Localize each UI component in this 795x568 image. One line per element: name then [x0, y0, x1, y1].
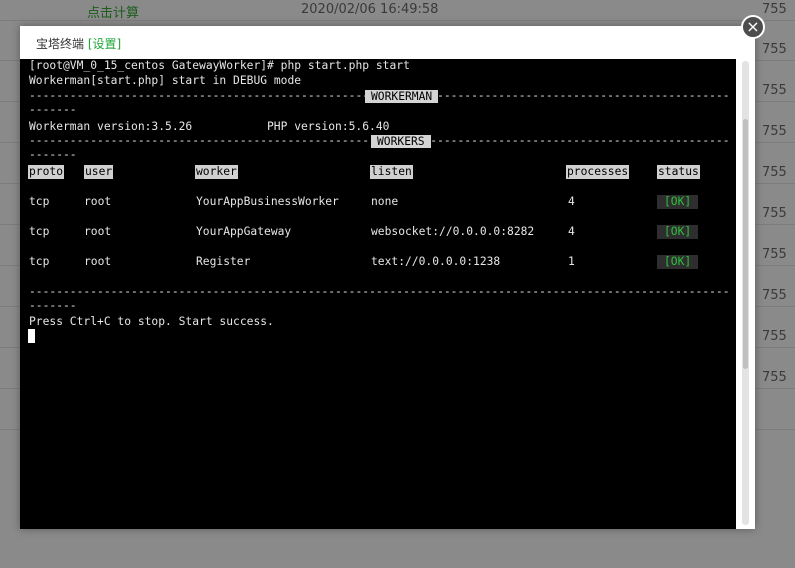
vertical-scrollbar[interactable]: [736, 59, 755, 529]
row-worker: Register: [196, 255, 251, 268]
row-processes: 1: [568, 255, 575, 268]
row-value: 755: [762, 42, 787, 57]
separator-wrap: -------: [29, 299, 77, 312]
terminal-output[interactable]: [root@VM_0_15_centos GatewayWorker]# php…: [20, 59, 736, 529]
calculate-link[interactable]: 点击计算: [87, 2, 139, 21]
row-value: 755: [762, 247, 787, 262]
row-listen: none: [371, 195, 399, 208]
row-user: root: [84, 225, 112, 238]
header-status: status: [657, 165, 700, 179]
prompt-line: [root@VM_0_15_centos GatewayWorker]# php…: [29, 59, 410, 72]
php-version: PHP version:5.6.40: [267, 120, 390, 133]
header-user: user: [84, 165, 114, 179]
close-icon: ×: [746, 17, 760, 36]
row-processes: 4: [568, 195, 575, 208]
success-line: Press Ctrl+C to stop. Start success.: [29, 315, 274, 328]
row-value: 755: [762, 124, 787, 139]
close-button[interactable]: ×: [741, 15, 765, 39]
row-timestamp: 2020/02/06 16:49:58: [301, 2, 439, 17]
status-badge: [OK]: [657, 195, 699, 209]
row-value: 755: [762, 165, 787, 180]
status-badge: [OK]: [657, 255, 699, 269]
status-badge: [OK]: [657, 225, 699, 239]
start-line: Workerman[start.php] start in DEBUG mode: [29, 74, 302, 87]
row-worker: YourAppBusinessWorker: [196, 195, 339, 208]
dialog-title-text: 宝塔终端: [36, 37, 85, 51]
row-user: root: [84, 195, 112, 208]
header-worker: worker: [195, 165, 238, 179]
row-value: 755: [762, 2, 787, 17]
dialog-title: 宝塔终端 [设置]: [36, 35, 121, 52]
header-processes: processes: [566, 165, 630, 179]
row-value: 755: [762, 370, 787, 385]
row-value: 755: [762, 83, 787, 98]
separator-wrap: -------: [29, 103, 77, 116]
scrollbar-thumb[interactable]: [743, 119, 748, 369]
row-proto: tcp: [29, 255, 50, 268]
separator-line: ----------------------------------------…: [29, 285, 729, 298]
workers-tag: WORKERS: [371, 135, 431, 148]
terminal-dialog: 宝塔终端 [设置] [root@VM_0_15_centos GatewayWo…: [20, 26, 755, 529]
settings-link[interactable]: [设置]: [88, 37, 121, 51]
workerman-version: Workerman version:3.5.26: [29, 120, 193, 133]
row-user: root: [84, 255, 112, 268]
dialog-header: 宝塔终端 [设置]: [20, 26, 755, 59]
row-worker: YourAppGateway: [196, 225, 292, 238]
workerman-tag: WORKERMAN: [365, 90, 439, 103]
terminal-cursor: [28, 329, 35, 343]
row-value: 755: [762, 329, 787, 344]
separator-wrap: -------: [29, 148, 77, 161]
header-listen: listen: [370, 165, 413, 179]
row-proto: tcp: [29, 195, 50, 208]
header-proto: proto: [28, 165, 64, 179]
row-listen: websocket://0.0.0.0:8282: [371, 225, 535, 238]
row-value: 755: [762, 288, 787, 303]
row-processes: 4: [568, 225, 575, 238]
row-listen: text://0.0.0.0:1238: [371, 255, 501, 268]
row-value: 755: [762, 206, 787, 221]
row-proto: tcp: [29, 225, 50, 238]
